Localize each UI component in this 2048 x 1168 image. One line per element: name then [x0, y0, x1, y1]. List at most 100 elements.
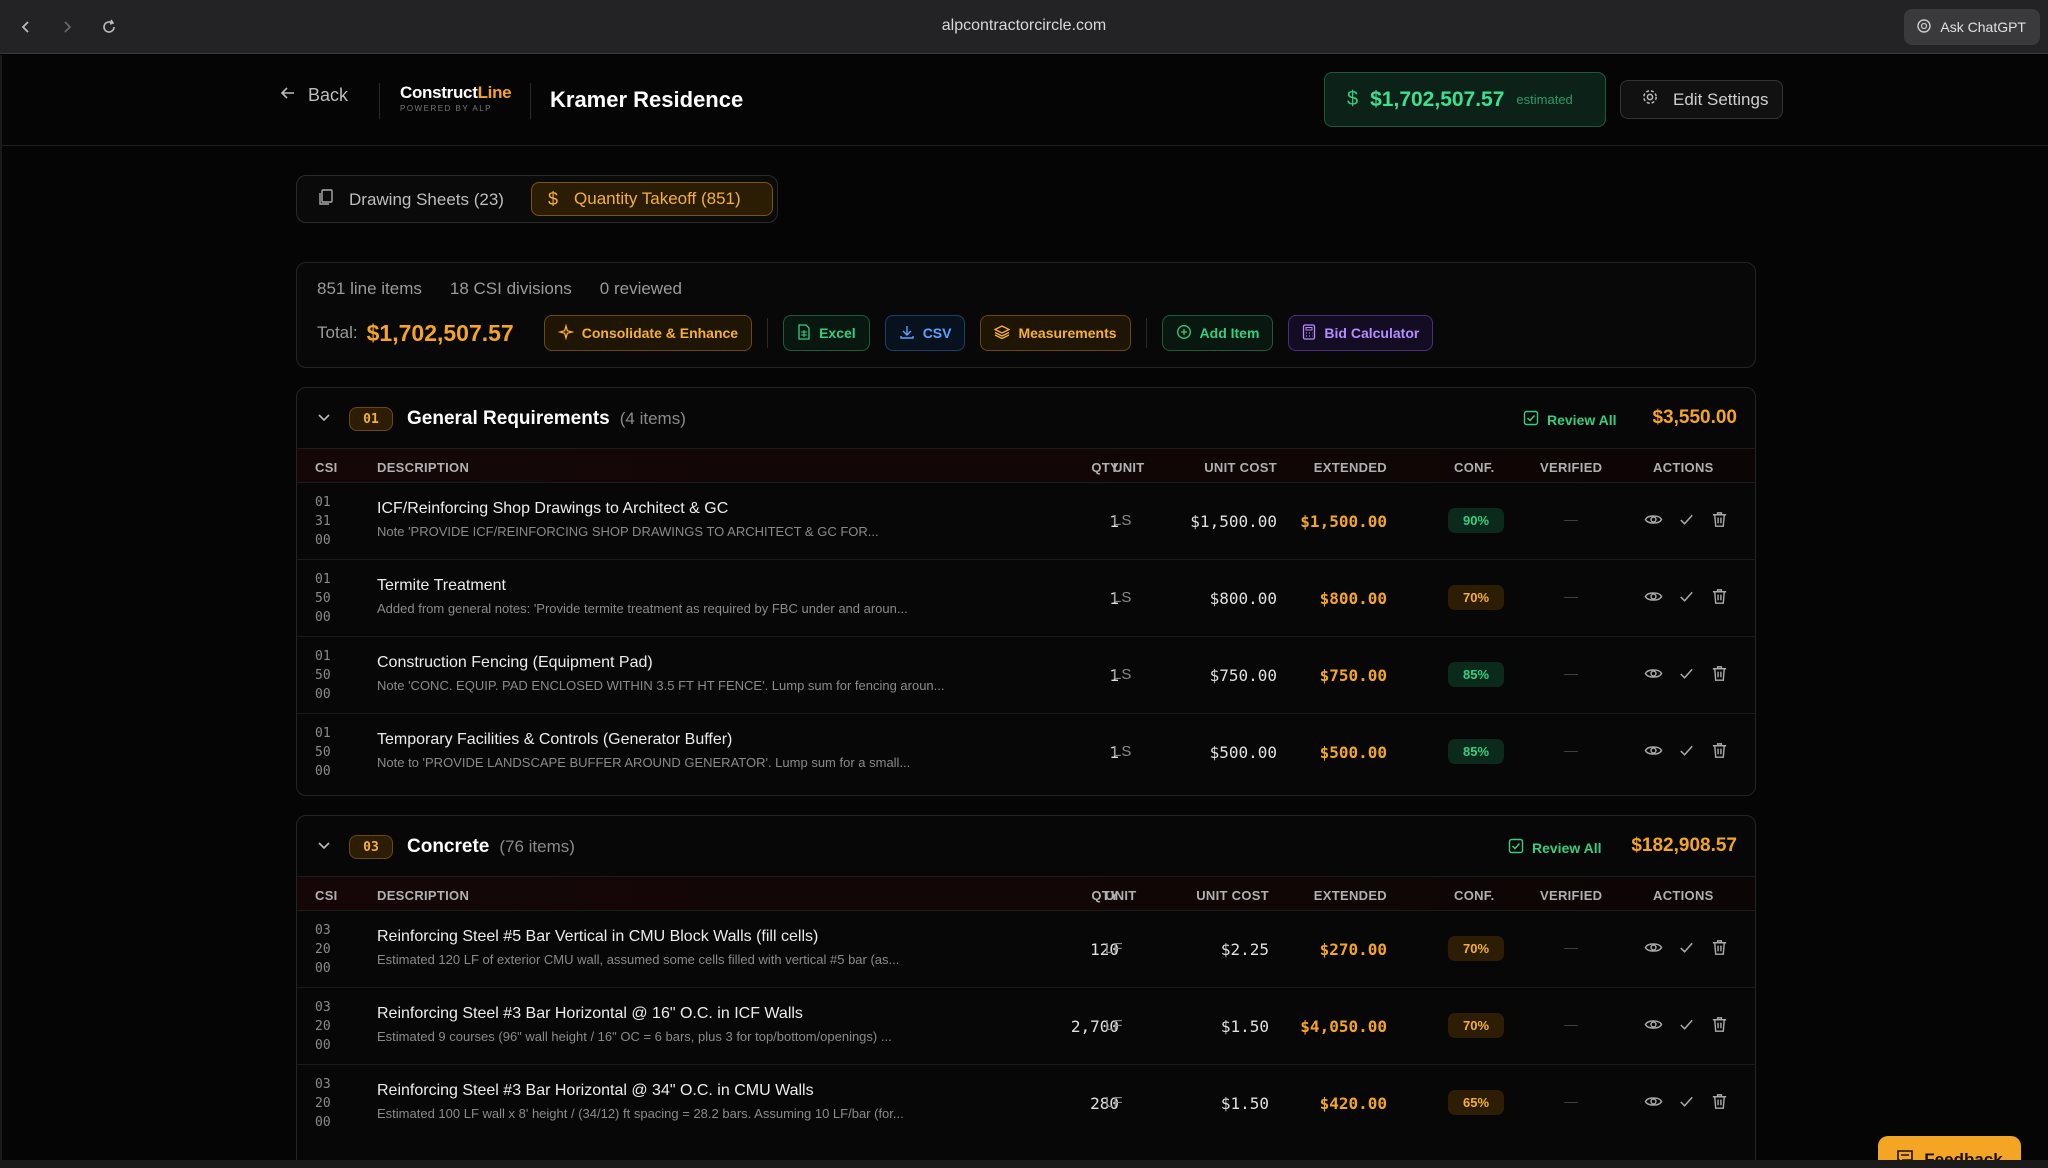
ask-chatgpt-label: Ask ChatGPT — [1940, 19, 2026, 35]
logo-sub: POWERED BY ALP — [400, 104, 492, 113]
table-row[interactable]: 01 50 00 Construction Fencing (Equipment… — [297, 637, 1755, 714]
verified-status: — — [1564, 588, 1578, 604]
line-item-unit: LS — [1113, 512, 1132, 529]
check-icon[interactable] — [1677, 664, 1696, 688]
chevron-down-icon[interactable] — [317, 410, 331, 429]
trash-icon[interactable] — [1710, 1015, 1729, 1039]
table-row[interactable]: 01 50 00 Temporary Facilities & Controls… — [297, 714, 1755, 791]
tab-quantity-takeoff[interactable]: $ Quantity Takeoff (851) — [531, 182, 773, 216]
chatgpt-icon — [1916, 18, 1932, 37]
csi-code-part: 50 — [315, 591, 331, 606]
message-icon — [1896, 1148, 1914, 1160]
csv-export-button[interactable]: CSV — [884, 315, 966, 351]
trash-icon[interactable] — [1710, 587, 1729, 611]
review-all-label: Review All — [1547, 411, 1617, 428]
tab-drawing-sheets[interactable]: Drawing Sheets (23) — [317, 188, 504, 211]
plus-circle-icon — [1176, 324, 1192, 343]
trash-icon[interactable] — [1710, 938, 1729, 962]
row-actions — [1644, 938, 1729, 962]
section-rows: 01 31 00 ICF/Reinforcing Shop Drawings t… — [297, 483, 1755, 791]
edit-settings-button[interactable]: Edit Settings — [1620, 80, 1783, 119]
col-verified: VERIFIED — [1540, 888, 1603, 903]
csi-division-badge: 03 — [349, 835, 393, 859]
line-item-qty: 1 — [1109, 589, 1119, 608]
gear-icon — [1641, 88, 1659, 111]
csi-code-part: 50 — [315, 668, 331, 683]
check-icon[interactable] — [1677, 510, 1696, 534]
csi-section-general-requirements: 01 General Requirements (4 items) Review … — [296, 387, 1756, 796]
table-row[interactable]: 03 20 00 Reinforcing Steel #3 Bar Horizo… — [297, 988, 1755, 1065]
check-icon[interactable] — [1677, 587, 1696, 611]
eye-icon[interactable] — [1644, 1092, 1663, 1116]
eye-icon[interactable] — [1644, 938, 1663, 962]
check-icon[interactable] — [1677, 1015, 1696, 1039]
review-all-button[interactable]: Review All — [1523, 410, 1617, 429]
csi-code-part: 01 — [315, 726, 331, 741]
line-item-unit-cost: $1.50 — [1220, 1017, 1269, 1036]
line-item-unit: LS — [1113, 589, 1132, 606]
table-row[interactable]: 03 20 00 Reinforcing Steel #5 Bar Vertic… — [297, 911, 1755, 988]
add-item-button[interactable]: Add Item — [1161, 315, 1274, 351]
line-item-title: Termite Treatment — [377, 577, 506, 594]
logo-main: Construct — [400, 83, 478, 102]
section-header[interactable]: 01 General Requirements (4 items) Review … — [297, 388, 1755, 448]
layers-icon — [994, 324, 1011, 343]
line-item-note: Note to 'PROVIDE LANDSCAPE BUFFER AROUND… — [377, 755, 911, 770]
chevron-down-icon[interactable] — [317, 838, 331, 857]
row-actions — [1644, 1092, 1729, 1116]
eye-icon[interactable] — [1644, 1015, 1663, 1039]
eye-icon[interactable] — [1644, 664, 1663, 688]
table-row[interactable]: 03 20 00 Reinforcing Steel #3 Bar Horizo… — [297, 1065, 1755, 1142]
bid-calculator-button[interactable]: Bid Calculator — [1288, 315, 1434, 351]
section-header[interactable]: 03 Concrete (76 items) Review All $182,90… — [297, 816, 1755, 876]
estimate-label: estimated — [1516, 92, 1573, 107]
table-row[interactable]: 01 50 00 Termite Treatment Added from ge… — [297, 560, 1755, 637]
col-unit: UNIT — [1105, 888, 1137, 903]
address-bar[interactable]: alpcontractorcircle.com — [0, 17, 2048, 35]
col-description: DESCRIPTION — [377, 460, 470, 475]
line-item-title: ICF/Reinforcing Shop Drawings to Archite… — [377, 500, 729, 517]
check-icon[interactable] — [1677, 741, 1696, 765]
verified-status: — — [1564, 511, 1578, 527]
consolidate-enhance-button[interactable]: Consolidate & Enhance — [543, 315, 753, 351]
line-item-unit-cost: $2.25 — [1220, 940, 1269, 959]
row-actions — [1644, 664, 1729, 688]
csi-code: 01 50 00 — [315, 570, 331, 627]
csi-code: 01 50 00 — [315, 724, 331, 781]
line-item-unit-cost: $1,500.00 — [1190, 512, 1277, 531]
confidence-badge: 85% — [1448, 739, 1504, 764]
back-button[interactable]: Back — [280, 85, 348, 106]
line-item-unit-cost: $500.00 — [1209, 743, 1277, 762]
trash-icon[interactable] — [1710, 510, 1729, 534]
construct-line-logo: ConstructLine POWERED BY ALP — [400, 83, 512, 113]
ask-chatgpt-button[interactable]: Ask ChatGPT — [1904, 9, 2040, 45]
table-row[interactable]: 01 31 00 ICF/Reinforcing Shop Drawings t… — [297, 483, 1755, 560]
csi-code-part: 03 — [315, 1000, 331, 1015]
line-item-description: Construction Fencing (Equipment Pad) Not… — [377, 654, 977, 693]
eye-icon[interactable] — [1644, 587, 1663, 611]
excel-export-button[interactable]: Excel — [783, 315, 870, 351]
eye-icon[interactable] — [1644, 741, 1663, 765]
check-icon[interactable] — [1677, 938, 1696, 962]
excel-label: Excel — [819, 325, 856, 341]
row-actions — [1644, 1015, 1729, 1039]
feedback-button[interactable]: Feedback — [1878, 1136, 2021, 1160]
confidence-badge: 70% — [1448, 936, 1504, 961]
project-title: Kramer Residence — [550, 87, 744, 112]
consolidate-enhance-label: Consolidate & Enhance — [581, 325, 739, 341]
divider — [379, 83, 380, 119]
csi-code-part: 00 — [315, 1115, 331, 1130]
csi-code-part: 00 — [315, 961, 331, 976]
trash-icon[interactable] — [1710, 741, 1729, 765]
review-all-button[interactable]: Review All — [1508, 838, 1602, 857]
measurements-label: Measurements — [1018, 325, 1117, 341]
divider — [530, 83, 531, 119]
eye-icon[interactable] — [1644, 510, 1663, 534]
check-icon[interactable] — [1677, 1092, 1696, 1116]
calculator-icon — [1302, 323, 1316, 343]
feedback-label: Feedback — [1924, 1149, 2003, 1161]
line-item-note: Note 'CONC. EQUIP. PAD ENCLOSED WITHIN 3… — [377, 678, 945, 693]
measurements-button[interactable]: Measurements — [980, 315, 1131, 351]
trash-icon[interactable] — [1710, 664, 1729, 688]
trash-icon[interactable] — [1710, 1092, 1729, 1116]
